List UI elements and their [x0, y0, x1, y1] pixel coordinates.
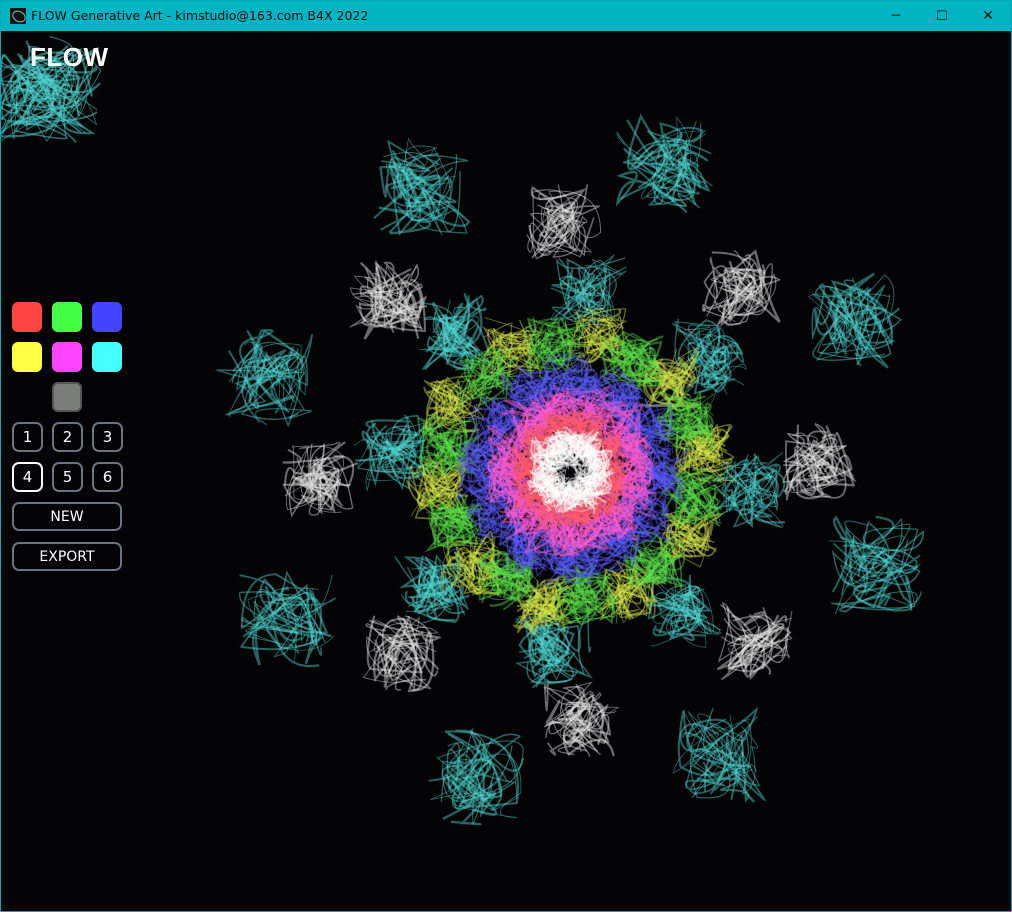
white-petal: [526, 184, 602, 260]
white-petal: [781, 423, 857, 501]
white-petal: [701, 249, 782, 327]
symmetry-button-3[interactable]: 3: [92, 422, 123, 452]
symmetry-button-5[interactable]: 5: [52, 462, 83, 492]
white-petal: [349, 259, 428, 340]
color-swatch-gray[interactable]: [52, 382, 82, 412]
color-swatch-green[interactable]: [52, 302, 82, 332]
app-icon: [10, 8, 26, 24]
art-canvas[interactable]: FLOW 1 2 3 4 5 6 NEW EXPORT: [1, 31, 1011, 911]
cyan-inner-petal: [353, 414, 430, 491]
title-bar[interactable]: FLOW Generative Art - kimstudio@163.com …: [1, 1, 1011, 31]
cyan-outer-petal: [615, 113, 713, 214]
white-petal: [362, 615, 443, 693]
cyan-outer-petal: [672, 706, 766, 803]
cyan-outer-petal: [828, 515, 925, 615]
white-petal: [716, 602, 793, 681]
window-title: FLOW Generative Art - kimstudio@163.com …: [31, 8, 369, 23]
color-swatch-blue[interactable]: [92, 302, 122, 332]
new-button[interactable]: NEW: [12, 502, 122, 531]
color-swatch-magenta[interactable]: [52, 342, 82, 372]
cyan-outer-petal: [216, 329, 314, 428]
symmetry-button-6[interactable]: 6: [92, 462, 123, 492]
app-heading: FLOW: [30, 42, 109, 72]
app-window: FLOW Generative Art - kimstudio@163.com …: [0, 0, 1012, 912]
color-swatch-red[interactable]: [12, 302, 42, 332]
white-petal: [282, 441, 359, 518]
cyan-outer-petal: [373, 137, 471, 237]
cyan-outer-petal: [428, 727, 525, 826]
export-button[interactable]: EXPORT: [12, 542, 122, 571]
generative-artwork: [1, 35, 925, 826]
symmetry-button-4[interactable]: 4: [12, 462, 43, 492]
white-petal: [543, 681, 620, 757]
cyan-outer-petal: [808, 272, 903, 369]
maximize-button[interactable]: ☐: [919, 1, 965, 31]
cyan-inner-petal: [711, 451, 786, 529]
close-button[interactable]: ✕: [965, 1, 1011, 31]
color-swatch-cyan[interactable]: [92, 342, 122, 372]
minimize-button[interactable]: ─: [873, 1, 919, 31]
symmetry-button-1[interactable]: 1: [12, 422, 43, 452]
symmetry-button-2[interactable]: 2: [52, 422, 83, 452]
color-swatch-yellow[interactable]: [12, 342, 42, 372]
cyan-outer-petal: [239, 570, 337, 668]
